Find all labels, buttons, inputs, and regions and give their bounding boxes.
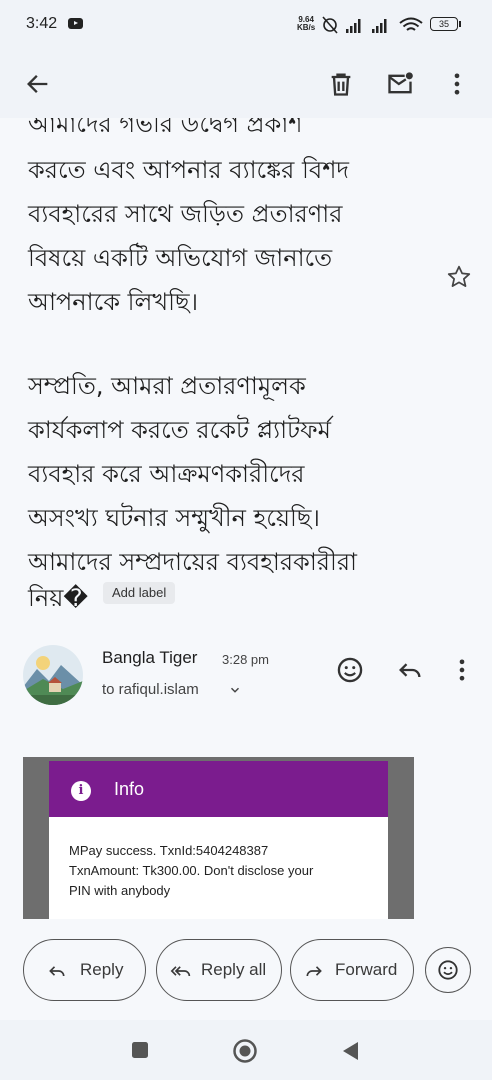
info-dialog-title: Info	[114, 779, 145, 799]
mail-unread-icon[interactable]	[386, 70, 414, 98]
body-line: করতে এবং আপনার ব্যাঙ্কের বিশদ	[28, 156, 350, 184]
network-speed-unit: KB/s	[297, 23, 316, 32]
status-bar: 3:42 9.64 KB/s 35	[0, 0, 492, 52]
body-line: ব্যবহারের সাথে জড়িত প্রতারণার	[28, 200, 343, 228]
info-icon: i	[71, 781, 91, 801]
reply-button[interactable]: Reply	[23, 939, 146, 1001]
reply-all-icon	[170, 966, 191, 977]
body-line-truncated: নিয়�	[28, 584, 88, 612]
body-line: কার্যকলাপ করতে রকেট প্ল্যাটফর্ম	[28, 416, 331, 444]
toolbar-backdrop	[0, 52, 492, 118]
arrow-back-icon[interactable]	[24, 70, 52, 98]
message-line: MPay success. TxnId:5404248387	[69, 843, 269, 858]
message-line: TxnAmount: Tk300.00. Don't disclose your	[69, 863, 314, 878]
sender-name: Bangla Tiger	[102, 648, 198, 667]
recipient-line[interactable]: to rafiqul.islam	[102, 681, 199, 698]
star-icon[interactable]	[446, 264, 472, 290]
recents-square-icon[interactable]	[131, 1041, 149, 1059]
status-icons	[322, 16, 423, 34]
reply-icon	[49, 966, 65, 977]
more-vert-icon[interactable]	[448, 656, 476, 684]
signal-2-icon	[372, 19, 387, 33]
body-line: আপনাকে লিখছি।	[28, 288, 199, 316]
info-dialog-header: i Info	[49, 761, 388, 817]
youtube-notification-icon	[68, 18, 83, 29]
body-line: অসংখ্য ঘটনার সম্মুখীন হয়েছি।	[28, 504, 320, 532]
status-time: 3:42	[26, 15, 58, 32]
image-attachment[interactable]: i Info MPay success. TxnId:5404248387 Tx…	[23, 757, 414, 919]
forward-button[interactable]: Forward	[290, 939, 414, 1001]
signal-1-icon	[346, 19, 361, 33]
back-triangle-icon[interactable]	[340, 1040, 360, 1062]
body-line: সম্প্রতি, আমরা প্রতারণামূলক	[28, 372, 306, 400]
system-nav-bar	[0, 1020, 492, 1080]
reply-all-button[interactable]: Reply all	[156, 939, 282, 1001]
emoji-reaction-button[interactable]	[425, 947, 471, 993]
message-time: 3:28 pm	[222, 652, 269, 667]
info-dialog-image: i Info MPay success. TxnId:5404248387 Tx…	[49, 761, 388, 919]
chevron-down-icon[interactable]	[228, 683, 242, 697]
reply-all-label: Reply all	[201, 960, 267, 979]
forward-label: Forward	[335, 960, 398, 979]
more-vert-icon[interactable]	[443, 70, 471, 98]
info-dialog-message: MPay success. TxnId:5404248387 TxnAmount…	[69, 841, 369, 901]
add-reaction-icon	[438, 960, 458, 980]
alarm-off-icon	[322, 16, 338, 34]
body-line: বিষয়ে একটি অভিযোগ জানাতে	[28, 244, 333, 272]
sender-avatar	[23, 645, 83, 705]
add-label-chip[interactable]: Add label	[103, 582, 176, 604]
home-circle-icon[interactable]	[232, 1038, 258, 1064]
body-line: ব্যবহার করে আক্রমণকারীদের	[28, 460, 305, 488]
network-speed: 9.64 KB/s	[297, 16, 315, 32]
battery-icon: 35	[430, 17, 461, 31]
trash-icon[interactable]	[327, 70, 355, 98]
message-line: PIN with anybody	[69, 883, 171, 898]
forward-icon	[306, 966, 322, 977]
wifi-icon	[399, 17, 423, 31]
add-reaction-icon[interactable]	[336, 656, 364, 684]
reply-icon[interactable]	[396, 656, 424, 684]
body-line: আমাদের সম্প্রদায়ের ব্যবহারকারীরা	[28, 548, 358, 576]
reply-label: Reply	[80, 960, 124, 979]
